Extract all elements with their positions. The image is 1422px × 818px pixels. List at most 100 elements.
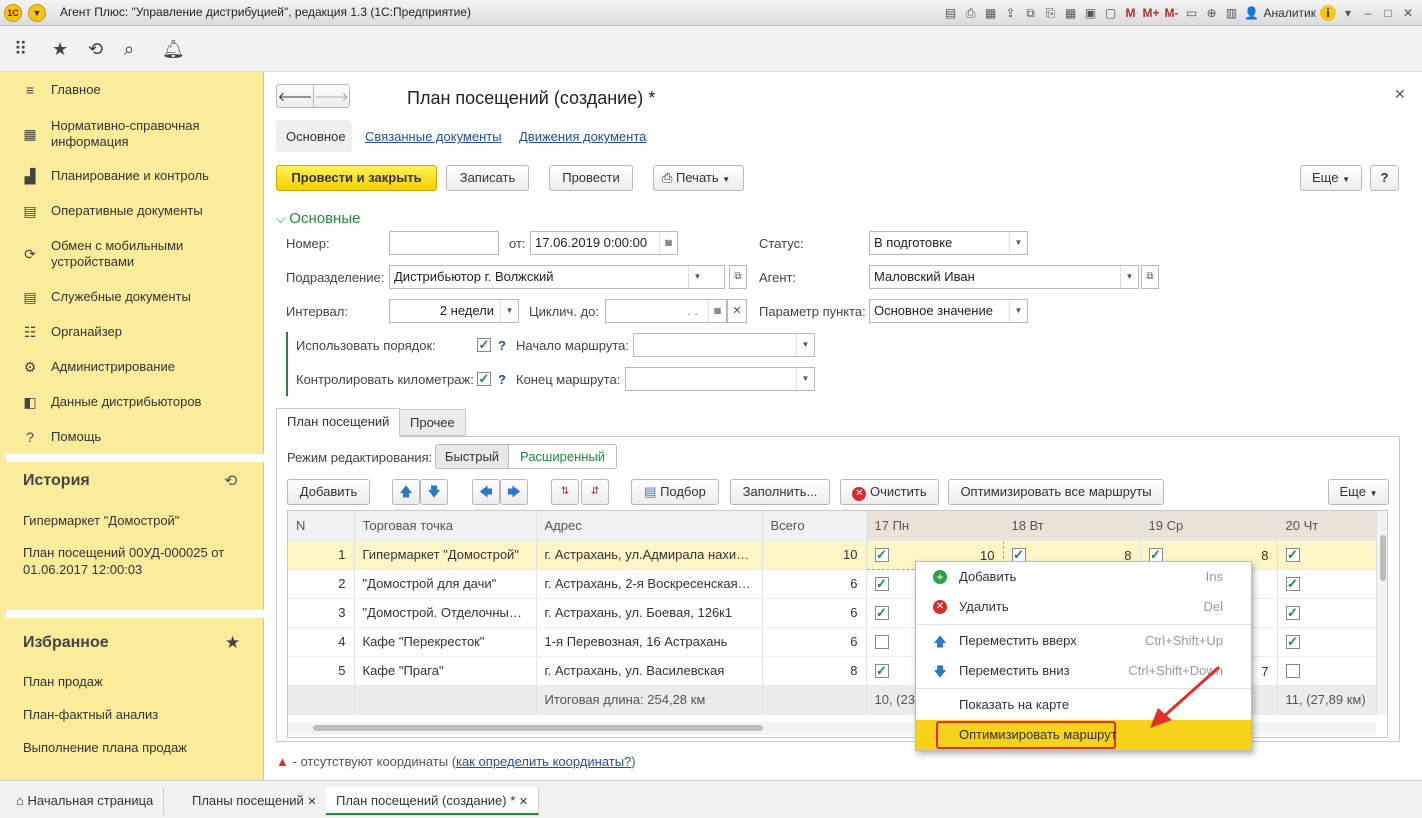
tab-visit-plans[interactable]: Планы посещений ✕: [182, 787, 328, 815]
calendar-icon[interactable]: ▣: [1083, 6, 1099, 20]
window-icon[interactable]: ▭: [1184, 6, 1200, 20]
col-header-n[interactable]: N: [288, 511, 355, 541]
tab-other[interactable]: Прочее: [399, 409, 466, 436]
edit-mode-fast[interactable]: Быстрый: [435, 444, 509, 469]
control-km-checkbox[interactable]: ✓: [477, 372, 491, 386]
visit-checkbox[interactable]: ✓: [1285, 606, 1300, 621]
chevron-down-icon[interactable]: ▼: [796, 368, 814, 390]
memory-button[interactable]: M: [1123, 6, 1139, 20]
col-header-day[interactable]: 17 Пн: [866, 511, 1004, 541]
visit-checkbox[interactable]: ✓: [874, 548, 889, 563]
add-row-button[interactable]: Добавить: [287, 479, 370, 505]
favorite-item[interactable]: План-фактный анализ: [23, 706, 253, 723]
open-agent-icon[interactable]: ⧉: [1141, 265, 1159, 289]
col-header-day[interactable]: 19 Ср: [1140, 511, 1278, 541]
memory-minus-button[interactable]: M-: [1164, 6, 1180, 20]
use-order-checkbox[interactable]: ✓: [477, 338, 491, 352]
tab-visit-plan-create[interactable]: План посещений (создание) * ✕: [326, 787, 540, 815]
save-button[interactable]: Записать: [446, 165, 529, 191]
calendar-icon[interactable]: ▦: [659, 232, 677, 254]
help-mark[interactable]: ?: [498, 372, 506, 387]
forward-button[interactable]: 🡒: [313, 84, 350, 108]
visit-checkbox[interactable]: ✓: [874, 664, 889, 679]
info-icon[interactable]: i: [1320, 5, 1336, 21]
table-more-button[interactable]: Еще ▼: [1328, 479, 1389, 505]
help-button[interactable]: ?: [1370, 165, 1399, 191]
star-icon[interactable]: ★: [52, 39, 68, 60]
sections-grid-icon[interactable]: ⠿: [14, 39, 27, 60]
chevron-down-icon[interactable]: ▾: [1340, 6, 1356, 20]
history-item[interactable]: План посещений 00УД-000025 от 01.06.2017…: [23, 544, 248, 578]
save-icon[interactable]: ▤: [943, 6, 959, 20]
zoom-icon[interactable]: ⊕: [1204, 6, 1220, 20]
edit-mode-extended[interactable]: Расширенный: [508, 444, 617, 469]
optimize-all-routes-button[interactable]: Оптимизировать все маршруты: [948, 479, 1164, 505]
open-department-icon[interactable]: ⧉: [729, 265, 747, 289]
date-input[interactable]: 17.06.2019 0:00:00 ▦: [530, 231, 678, 255]
post-button[interactable]: Провести: [549, 165, 633, 191]
maximize-icon[interactable]: □: [1380, 6, 1396, 20]
status-select[interactable]: В подготовке ▼: [869, 231, 1028, 255]
ctx-delete[interactable]: ✕ Удалить Del: [916, 592, 1251, 622]
group-main-header[interactable]: ⌵ Основные: [276, 210, 360, 227]
col-header-point[interactable]: Торговая точка: [354, 511, 537, 541]
post-and-close-button[interactable]: Провести и закрыть: [276, 165, 437, 191]
copy-icon[interactable]: ⧉: [1023, 6, 1039, 21]
move-right-button[interactable]: 🡆: [500, 479, 528, 505]
calculator-icon[interactable]: ▦: [1063, 6, 1079, 20]
upload-icon[interactable]: ⇪: [1003, 6, 1019, 20]
chevron-down-icon[interactable]: ▼: [1009, 300, 1027, 322]
move-left-button[interactable]: 🡄: [472, 479, 500, 505]
calendar-icon[interactable]: ▦: [708, 300, 726, 322]
chevron-down-icon[interactable]: ▼: [1009, 232, 1027, 254]
number-input[interactable]: [389, 231, 499, 255]
help-mark[interactable]: ?: [498, 338, 506, 353]
visit-checkbox[interactable]: ✓: [874, 606, 889, 621]
tab-doc-movements[interactable]: Движения документа: [519, 129, 646, 144]
cycle-until-input[interactable]: . . ▦: [605, 299, 727, 323]
more-button[interactable]: Еще ▼: [1300, 165, 1362, 191]
favorite-item[interactable]: План продаж: [23, 673, 253, 690]
tab-home-page[interactable]: ⌂ Начальная страница: [6, 787, 165, 815]
minimize-icon[interactable]: –: [1360, 6, 1376, 20]
vertical-scrollbar[interactable]: [1376, 511, 1387, 715]
history-icon[interactable]: ⟲: [88, 39, 103, 60]
department-input[interactable]: Дистрибьютор г. Волжский ▼: [389, 265, 725, 289]
panels-icon[interactable]: ▥: [1224, 6, 1240, 20]
col-header-total[interactable]: Всего: [762, 511, 867, 541]
move-up-button[interactable]: 🡅: [392, 479, 420, 505]
chevron-down-icon[interactable]: ▼: [796, 334, 814, 356]
visit-checkbox[interactable]: ✓: [1285, 548, 1300, 563]
visit-checkbox[interactable]: ✓: [1285, 664, 1300, 679]
how-to-coordinates-link[interactable]: как определить координаты?: [456, 754, 631, 769]
tab-visit-plan[interactable]: План посещений: [276, 408, 401, 437]
print-button[interactable]: ⎙ Печать ▼: [653, 165, 744, 191]
print-icon[interactable]: ⎙: [963, 6, 979, 21]
visit-checkbox[interactable]: ✓: [1285, 577, 1300, 592]
interval-input[interactable]: 2 недели ▼: [389, 299, 519, 323]
bell-icon[interactable]: 🔔︎: [162, 39, 185, 60]
ctx-move-up[interactable]: 🡅 Переместить вверх Ctrl+Shift+Up: [916, 626, 1251, 656]
tab-related-docs[interactable]: Связанные документы: [365, 129, 502, 144]
route-start-select[interactable]: ▼: [633, 333, 815, 357]
chevron-down-icon[interactable]: ▼: [1120, 266, 1138, 288]
col-header-address[interactable]: Адрес: [536, 511, 763, 541]
chevron-down-icon[interactable]: ▼: [688, 266, 706, 288]
chevron-down-icon[interactable]: ▼: [500, 300, 518, 322]
ctx-add[interactable]: + Добавить Ins: [916, 562, 1251, 592]
main-menu-button[interactable]: ▼: [28, 4, 46, 22]
sort-asc-button[interactable]: ⇅: [551, 479, 579, 505]
point-param-select[interactable]: Основное значение ▼: [869, 299, 1028, 323]
favorite-item[interactable]: Выполнение плана продаж: [23, 739, 253, 756]
close-icon[interactable]: ✕: [519, 796, 528, 808]
search-icon[interactable]: ⌕: [124, 39, 134, 60]
star-icon[interactable]: ★: [225, 633, 240, 653]
scrollbar-thumb[interactable]: [313, 725, 763, 731]
col-header-day[interactable]: 18 Вт: [1003, 511, 1141, 541]
move-down-button[interactable]: 🡇: [420, 479, 448, 505]
history-icon[interactable]: ⟲: [224, 471, 237, 491]
visit-checkbox[interactable]: ✓: [874, 577, 889, 592]
preview-icon[interactable]: ▦: [983, 6, 999, 20]
fill-button[interactable]: Заполнить...: [730, 479, 830, 505]
clear-icon[interactable]: ✕: [727, 299, 747, 323]
